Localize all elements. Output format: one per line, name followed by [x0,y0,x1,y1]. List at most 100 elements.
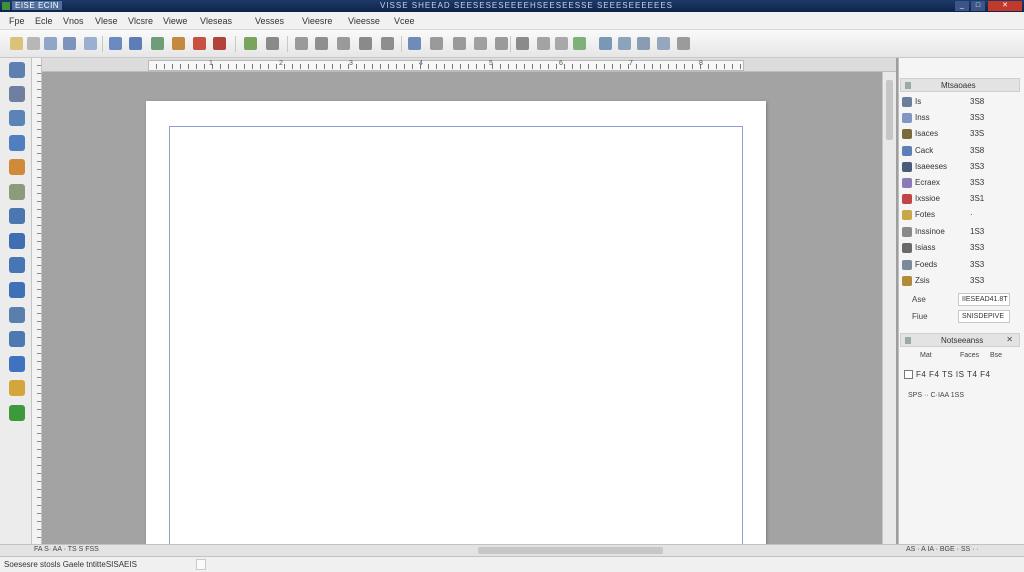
list-item[interactable]: Fotes · [900,208,1016,222]
ruler-label: 1 [209,60,213,67]
align-icon[interactable] [430,37,443,50]
layer-count: 3S1 [970,194,985,203]
grid-icon[interactable] [618,37,631,50]
menu-item-6[interactable]: Vleseas [200,16,232,26]
page-tabs[interactable]: FA S· AA · TS S FSS [34,546,99,553]
connector-tool-icon[interactable] [9,331,25,347]
cut-icon[interactable] [109,37,122,50]
freehand-tool-icon[interactable] [9,159,25,175]
menu-bar: Fpe Ecle Vnos Vlese Vlcsre Viewe Vleseas… [0,12,1024,30]
list-item[interactable]: Is 3S8 [900,95,1016,109]
redo-icon[interactable] [266,37,279,50]
line-tool-icon[interactable] [295,37,308,50]
menu-item-10[interactable]: Vcee [394,16,415,26]
symbol-icon[interactable] [555,37,568,50]
curve-tool-icon[interactable] [315,37,328,50]
list-item[interactable]: Foeds 3S3 [900,258,1016,272]
parallel-dimension-icon[interactable] [9,307,25,323]
snap-icon[interactable] [599,37,612,50]
copy-icon[interactable] [129,37,142,50]
ellipse-tool-icon[interactable] [9,233,25,249]
open-file-icon[interactable] [27,37,40,50]
property-input[interactable]: IIESEAD41.8T [958,293,1010,306]
list-item[interactable]: Ixssioe 3S1 [900,192,1016,206]
menu-item-8[interactable]: Vieesre [302,16,332,26]
text-tool-side-icon[interactable] [9,282,25,298]
guides-icon[interactable] [637,37,650,50]
rotate-icon[interactable] [381,37,394,50]
menu-item-view[interactable]: Vnos [63,16,84,26]
text-tool-icon[interactable] [537,37,550,50]
fill-tool-icon[interactable] [9,405,25,421]
layer-icon [902,129,912,139]
polygon-tool-icon[interactable] [9,257,25,273]
list-item[interactable]: Inssinoe 1S3 [900,225,1016,239]
arrange-icon[interactable] [474,37,487,50]
ruler-label: 7 [629,60,633,67]
layer-count: 3S8 [970,146,985,155]
list-item[interactable]: Isaces 33S [900,127,1016,141]
checkbox[interactable] [904,370,913,379]
document-page[interactable] [146,101,766,544]
distribute-icon[interactable] [495,37,508,50]
blend-tool-icon[interactable] [9,356,25,372]
preview-icon[interactable] [84,37,97,50]
table-icon[interactable] [408,37,421,50]
zoom-out-icon[interactable] [359,37,372,50]
list-item[interactable]: Cack 3S8 [900,144,1016,158]
undo-icon[interactable] [244,37,257,50]
fill-icon[interactable] [213,37,226,50]
menu-item-4[interactable]: Vlcsre [128,16,153,26]
vertical-scrollbar[interactable] [882,72,896,544]
select-tool-icon[interactable] [9,62,25,78]
zoom-tool-icon[interactable] [9,135,25,151]
menu-item-file[interactable]: Fpe [9,16,25,26]
close-icon[interactable]: ✕ [1006,335,1013,344]
smart-fill-tool-icon[interactable] [9,184,25,200]
panel-icon [905,82,911,89]
format-painter-icon[interactable] [172,37,185,50]
list-item[interactable]: Ecraex 3S3 [900,176,1016,190]
properties-panel-title: Notseeanss [941,336,984,345]
layer-count: 3S3 [970,178,985,187]
panel-footer: AS · A IA · BGE · SS · · [906,546,979,553]
crop-tool-icon[interactable] [9,110,25,126]
link-icon[interactable] [516,37,529,50]
list-item[interactable]: Isaeeses 3S3 [900,160,1016,174]
save-icon[interactable] [44,37,57,50]
toolbar-separator [401,36,402,52]
layers-icon[interactable] [573,37,586,50]
list-item[interactable]: Inss 3S3 [900,111,1016,125]
list-item[interactable]: Zsis 3S3 [900,274,1016,288]
horizontal-scrollbar[interactable]: FA S· AA · TS S FSS AS · A IA · BGE · SS… [0,544,1024,556]
column-header: Mat [920,352,932,359]
zoom-in-icon[interactable] [337,37,350,50]
new-file-icon[interactable] [10,37,23,50]
layer-name: Isaeeses [915,162,948,171]
help-icon[interactable] [677,37,690,50]
vertical-scroll-thumb[interactable] [886,80,893,140]
rectangle-tool-icon[interactable] [9,208,25,224]
list-item[interactable]: Isiass 3S3 [900,241,1016,255]
menu-item-7[interactable]: Vesses [255,16,284,26]
brush-icon[interactable] [193,37,206,50]
eyedropper-tool-icon[interactable] [9,380,25,396]
property-input[interactable]: SNISDEPIVE [958,310,1010,323]
minimize-button[interactable]: _ [955,1,969,11]
menu-item-3[interactable]: Vlese [95,16,118,26]
menu-item-9[interactable]: Vieesse [348,16,380,26]
menu-item-edit[interactable]: Ecle [35,16,53,26]
page-margin-frame [169,126,743,544]
horizontal-scroll-thumb[interactable] [478,547,663,554]
measure-icon[interactable] [657,37,670,50]
close-button[interactable]: ✕ [988,1,1022,11]
print-icon[interactable] [63,37,76,50]
maximize-button[interactable]: □ [971,1,985,11]
column-header: Bse [990,352,1003,359]
layer-icon [902,162,912,172]
node-tool-icon[interactable] [9,86,25,102]
paste-icon[interactable] [151,37,164,50]
menu-item-5[interactable]: Viewe [163,16,187,26]
layer-name: Ecraex [915,178,940,187]
group-icon[interactable] [453,37,466,50]
